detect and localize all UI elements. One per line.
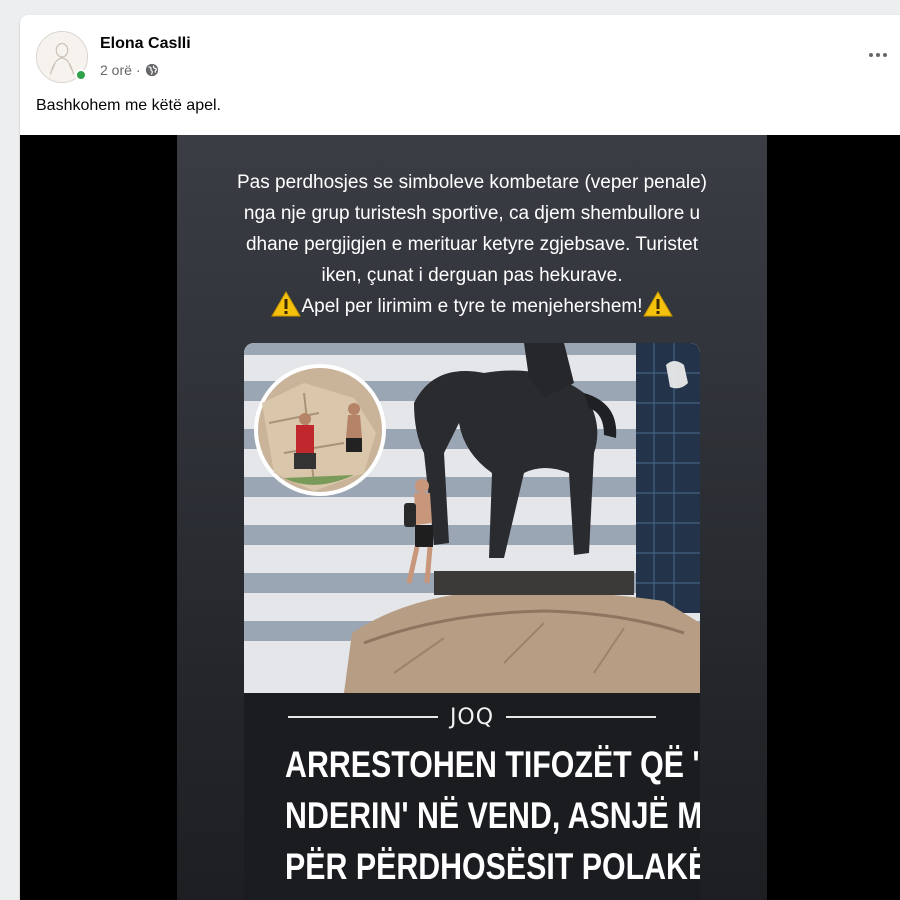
headline-line: PËR PËRDHOSËSIT POLAKË (285, 846, 700, 887)
statue-photo (244, 343, 700, 693)
story-caption: Pas perdhosjes se simboleve kombetare (v… (197, 167, 747, 322)
post-text: Bashkohem me këtë apel. (36, 97, 221, 114)
more-options-button[interactable] (860, 41, 896, 69)
logo-rule (506, 716, 657, 718)
news-headline: ARRESTOHEN TIFOZËT QË 'VUNË NDERIN' NË V… (285, 739, 700, 892)
caption-line: dhane pergjigjen e merituar ketyre zgjeb… (245, 234, 699, 255)
online-status-dot (75, 69, 87, 81)
more-horizontal-icon (869, 53, 873, 57)
caption-line: nga nje grup turistesh sportive, ca djem… (243, 203, 701, 224)
joq-logo: JOQ (244, 704, 700, 730)
logo-text: JOQ (449, 704, 495, 730)
caption-line: iken, çunat i derguan pas hekurave. (321, 265, 623, 286)
meta-separator: · (135, 62, 141, 78)
caption-line: Pas perdhosjes se simboleve kombetare (v… (237, 172, 707, 193)
headline-line: NDERIN' NË VEND, ASNJË MASË (285, 795, 700, 836)
appeal-text: Apel per lirimim e tyre te menjehershem! (301, 296, 643, 317)
post-time[interactable]: 2 orë (100, 62, 132, 78)
logo-rule (287, 716, 438, 718)
author-name[interactable]: Elona Caslli (100, 35, 191, 53)
more-dot (876, 53, 880, 57)
news-card: JOQ ARRESTOHEN TIFOZËT QË 'VUNË NDERIN' … (244, 343, 700, 900)
post-media[interactable]: Pas perdhosjes se simboleve kombetare (v… (20, 135, 900, 900)
story-image: Pas perdhosjes se simboleve kombetare (v… (177, 135, 767, 900)
post-header: Elona Caslli 2 orë · (20, 15, 900, 95)
headline-line: ARRESTOHEN TIFOZËT QË 'VUNË (285, 744, 700, 785)
post-meta: 2 orë · (100, 62, 159, 78)
caption-appeal-line: Apel per lirimim e tyre te menjehershem! (197, 291, 747, 322)
globe-icon (145, 63, 159, 77)
more-dot (883, 53, 887, 57)
facebook-post: Elona Caslli 2 orë · Bashkohem me këtë a… (20, 15, 900, 900)
warning-icon (271, 291, 302, 317)
warning-icon (642, 291, 673, 317)
